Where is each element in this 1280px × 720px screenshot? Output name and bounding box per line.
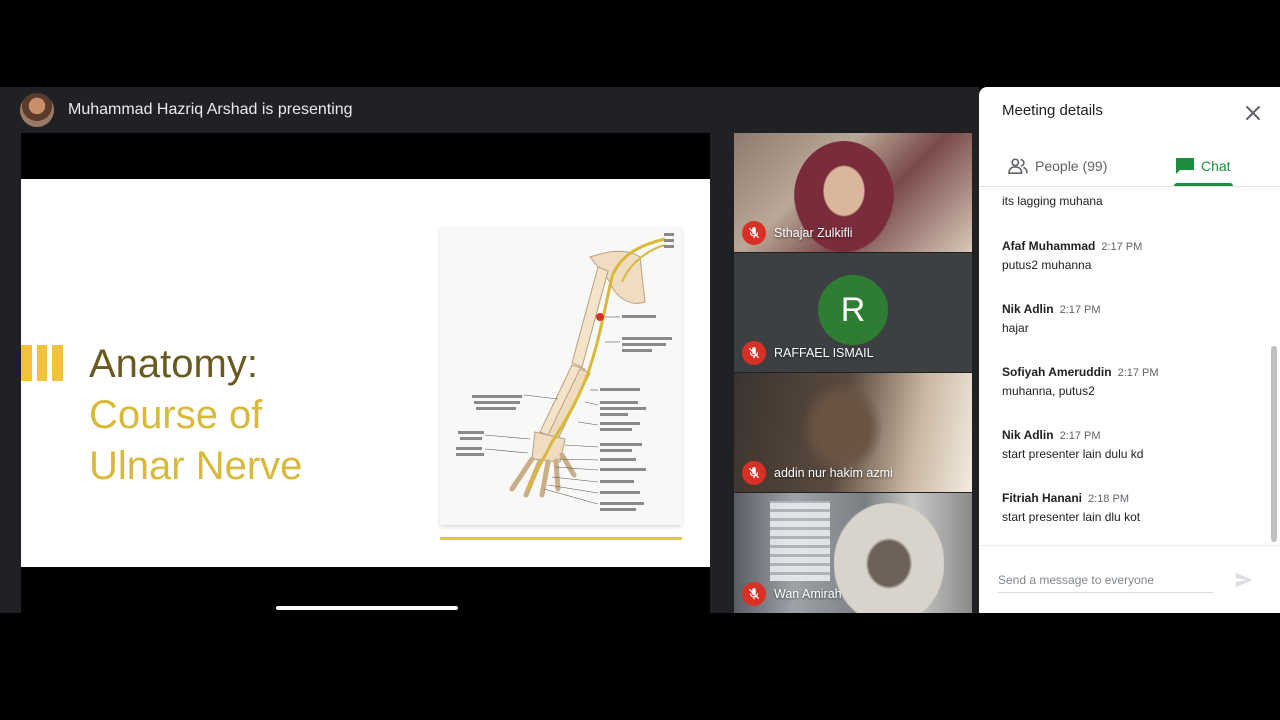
send-message-button[interactable]: [1233, 569, 1255, 591]
chat-message-text: start presenter lain dlu kot: [1002, 510, 1141, 524]
slide-title: Anatomy: Course of Ulnar Nerve: [89, 339, 302, 492]
participant-name: Wan Amirah: [774, 587, 842, 601]
chat-message: Fitriah Hanani 2:18 PM start presenter la…: [1002, 490, 1264, 525]
presenter-label: Muhammad Hazriq Arshad is presenting: [68, 101, 353, 118]
participant-tile[interactable]: R RAFFAEL ISMAIL: [734, 253, 972, 372]
people-icon: [1008, 158, 1028, 175]
main-stage: Anatomy: Course of Ulnar Nerve Sthajar Z…: [0, 133, 979, 613]
chat-time: 2:17 PM: [1059, 304, 1101, 316]
input-divider: [979, 545, 1280, 546]
chat-message-text: hajar: [1002, 321, 1029, 335]
mic-off-icon: [742, 341, 766, 365]
meeting-details-panel: Meeting details People (99) Chat its lag…: [979, 87, 1280, 613]
participant-name: Sthajar Zulkifli: [774, 226, 853, 240]
chat-message: Sofiyah Ameruddin 2:17 PM muhanna, putus2: [1002, 364, 1264, 399]
tab-people[interactable]: People (99): [1007, 145, 1107, 187]
chat-sender: Nik Adlin: [1002, 428, 1054, 442]
participant-name: addin nur hakim azmi: [774, 466, 893, 480]
slide-accent-bars: [21, 345, 64, 381]
chat-sender: Nik Adlin: [1002, 302, 1054, 316]
chat-sender: Sofiyah Ameruddin: [1002, 365, 1112, 379]
send-icon: [1235, 572, 1253, 588]
participant-name: RAFFAEL ISMAIL: [774, 346, 874, 360]
chat-message: Afaf Muhammad 2:17 PM putus2 muhanna: [1002, 238, 1264, 273]
tab-chat[interactable]: Chat: [1175, 145, 1231, 187]
input-underline: [998, 592, 1213, 593]
participant-avatar: R: [818, 275, 888, 345]
meet-window: Muhammad Hazriq Arshad is presenting Ana…: [0, 0, 1280, 720]
presentation-slide: Anatomy: Course of Ulnar Nerve: [21, 179, 710, 567]
chat-sender: Afaf Muhammad: [1002, 239, 1096, 253]
tab-chat-label: Chat: [1201, 158, 1231, 174]
diagram-underline: [440, 537, 682, 540]
slide-title-line1: Anatomy:: [89, 342, 258, 386]
chat-message-text: start presenter lain dulu kd: [1002, 447, 1144, 461]
participant-tile[interactable]: Wan Amirah: [734, 493, 972, 613]
mic-off-icon: [742, 461, 766, 485]
chat-message-input[interactable]: [998, 570, 1218, 590]
participant-tile[interactable]: addin nur hakim azmi: [734, 373, 972, 492]
chat-message-text: putus2 muhanna: [1002, 258, 1092, 272]
chat-icon: [1176, 158, 1194, 174]
chat-time: 2:18 PM: [1088, 493, 1129, 505]
screen-scroll-indicator: [276, 606, 458, 610]
chat-sender: Fitriah Hanani: [1002, 491, 1083, 505]
chat-message-list[interactable]: its lagging muhana Afaf Muhammad 2:17 PM …: [979, 187, 1269, 544]
shared-screen: Anatomy: Course of Ulnar Nerve: [21, 133, 710, 613]
chat-message-text: muhanna, putus2: [1002, 384, 1095, 398]
presenter-bar: Muhammad Hazriq Arshad is presenting: [0, 87, 979, 133]
chat-message: Nik Adlin 2:17 PM start presenter lain du…: [1002, 427, 1264, 462]
arm-nerve-diagram: [440, 227, 682, 525]
chat-time: 2:17 PM: [1059, 430, 1101, 442]
tab-people-label: People (99): [1035, 158, 1108, 174]
slide-title-line3: Ulnar Nerve: [89, 444, 303, 488]
presenter-avatar: [20, 93, 54, 127]
mic-off-icon: [742, 582, 766, 606]
chat-time: 2:17 PM: [1117, 367, 1159, 379]
chat-message-text: its lagging muhana: [1002, 194, 1103, 208]
panel-title: Meeting details: [1002, 102, 1103, 119]
slide-title-line2: Course of: [89, 393, 263, 437]
chat-time: 2:17 PM: [1101, 241, 1143, 253]
participant-tile[interactable]: Sthajar Zulkifli: [734, 133, 972, 252]
close-panel-button[interactable]: [1243, 103, 1263, 123]
chat-message: Nik Adlin 2:17 PM hajar: [1002, 301, 1264, 336]
mic-off-icon: [742, 221, 766, 245]
chat-scrollbar[interactable]: [1271, 346, 1277, 542]
close-icon: [1246, 106, 1260, 120]
